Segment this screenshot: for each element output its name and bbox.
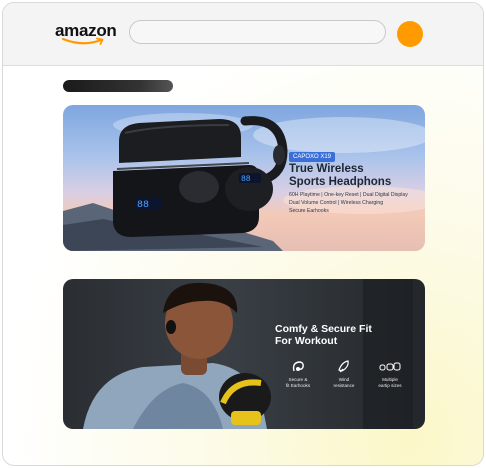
banner-2-heading-line-2: For Workout (275, 335, 338, 347)
brand-chip: CAPOXO X19 (289, 152, 336, 162)
top-bar: amazon (3, 3, 483, 66)
banner-2-heading-line-1: Comfy & Secure Fit (275, 323, 372, 335)
wind-icon (338, 360, 349, 373)
avatar[interactable] (397, 21, 423, 47)
banner-1-heading: True Wireless Sports Headphons (289, 163, 419, 189)
feature-eartips-label-2: eartip sizes (378, 382, 402, 388)
specs-line-3: Secure Earhooks (289, 208, 329, 214)
section-title-placeholder (63, 80, 173, 92)
feature-eartips: Multiple eartip sizes (367, 359, 413, 388)
search-input[interactable] (129, 20, 386, 44)
smile-arrow-icon (61, 37, 104, 45)
feature-earhooks: Secure & fit Earhooks (275, 359, 321, 388)
banner-1-heading-line-2: Sports Headphons (289, 176, 392, 188)
case-display-digits: 88 (137, 200, 149, 211)
product-banner-workout[interactable]: Comfy & Secure Fit For Workout Secure & … (63, 279, 425, 429)
banner-1-specs: 60H Playtime | One-key Reset | Dual Digi… (289, 191, 423, 215)
browser-window: amazon 88 88 CAPOXO X19 True Wireless Sp… (2, 2, 484, 466)
earbuds-case-illustration: 88 88 (113, 116, 288, 237)
feature-wind: Wind resistance (321, 359, 367, 388)
athlete-illustration (83, 279, 413, 429)
banner-2-heading: Comfy & Secure Fit For Workout (275, 323, 415, 347)
eartips-icon (379, 362, 401, 371)
earhook-icon (292, 361, 304, 372)
specs-line-2: Dual Volume Control | Wireless Charging (289, 200, 384, 206)
specs-line-1: 60H Playtime | One-key Reset | Dual Digi… (289, 192, 408, 198)
feature-wind-label-2: resistance (333, 382, 355, 388)
bud-display-digits: 88 (241, 175, 251, 184)
amazon-logo[interactable]: amazon (55, 21, 117, 47)
feature-earhooks-label-2: fit Earhooks (285, 382, 311, 388)
product-banner-earbuds[interactable]: 88 88 CAPOXO X19 True Wireless Sports He… (63, 105, 425, 251)
banner-1-heading-line-1: True Wireless (289, 163, 364, 175)
